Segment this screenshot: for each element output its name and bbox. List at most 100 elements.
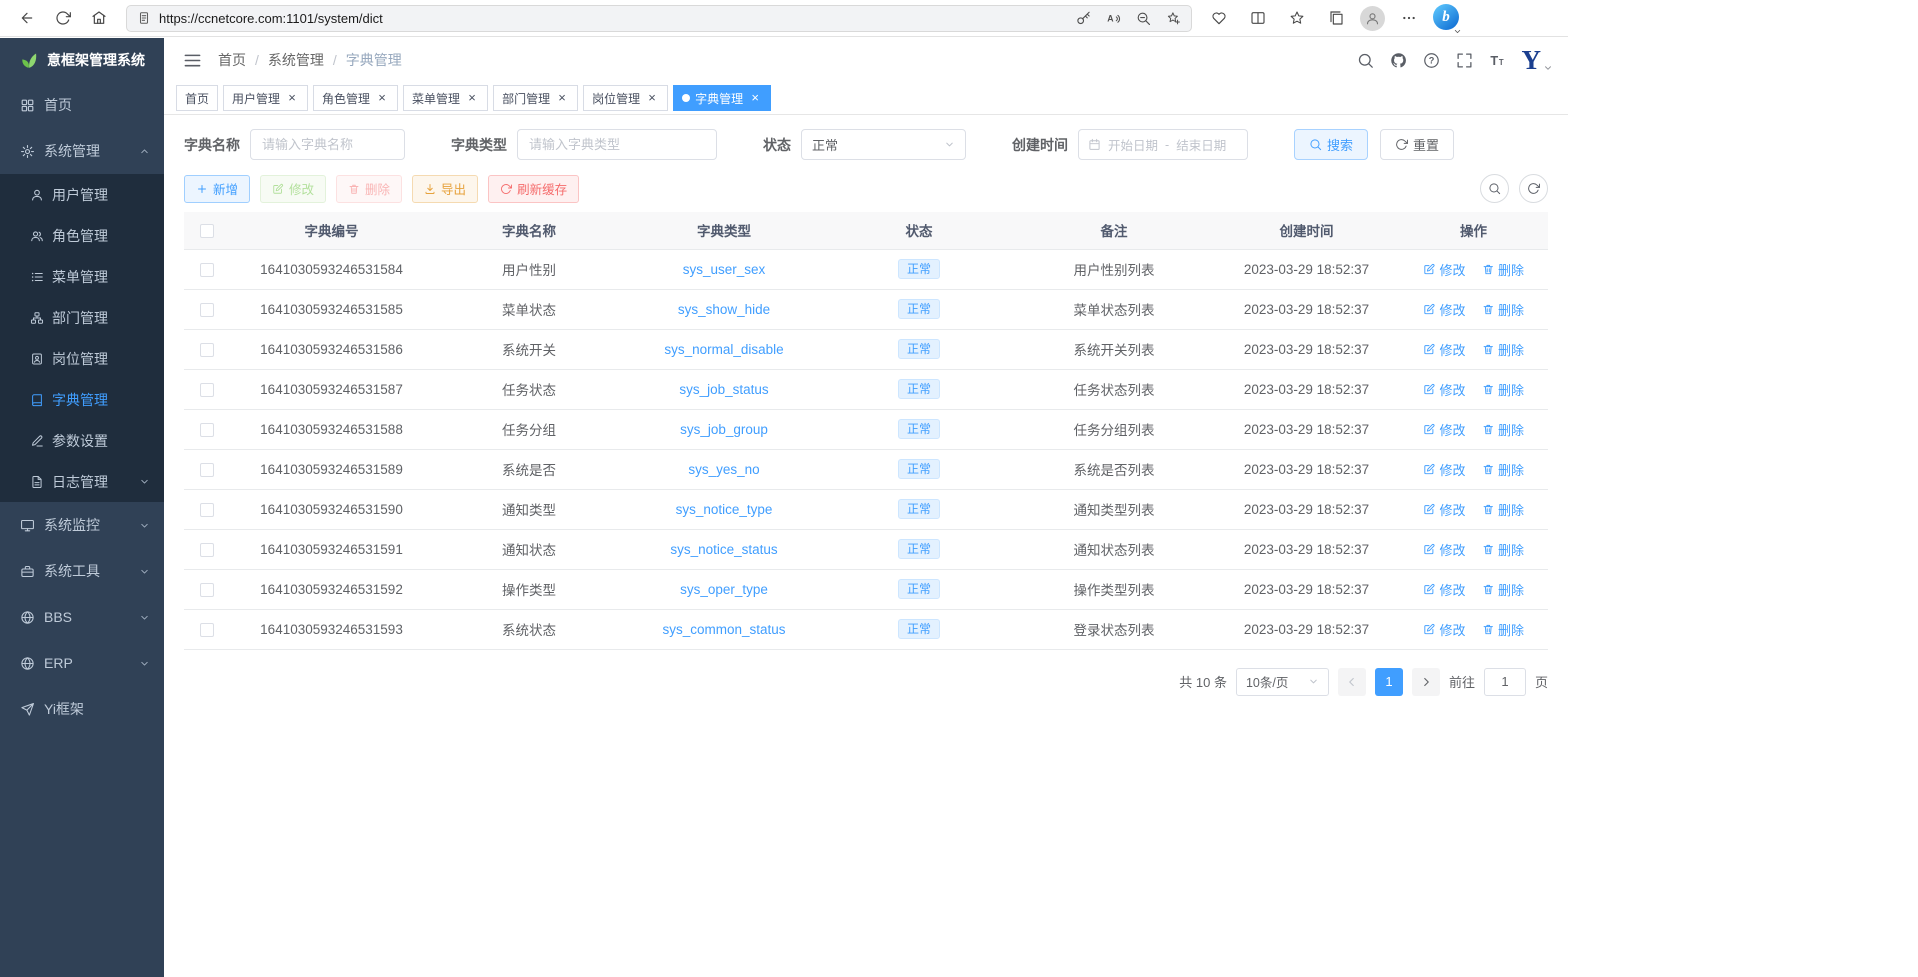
page-1-button[interactable]: 1	[1375, 668, 1403, 696]
browser-menu-button[interactable]	[1394, 3, 1424, 33]
password-key-icon[interactable]	[1076, 11, 1091, 26]
help-button[interactable]	[1416, 45, 1447, 76]
row-edit-button[interactable]: 修改	[1423, 300, 1466, 319]
row-edit-button[interactable]: 修改	[1423, 620, 1466, 639]
row-edit-button[interactable]: 修改	[1423, 380, 1466, 399]
breadcrumb-item[interactable]: 系统管理	[268, 50, 324, 70]
sidebar-item-ERP[interactable]: ERP	[0, 640, 164, 686]
tab-close-icon[interactable]: ×	[285, 91, 299, 105]
row-delete-button[interactable]: 删除	[1482, 460, 1525, 479]
export-button[interactable]: 导出	[412, 175, 478, 203]
row-checkbox[interactable]	[200, 343, 214, 357]
sidebar-item-菜单管理[interactable]: 菜单管理	[0, 256, 164, 297]
row-delete-button[interactable]: 删除	[1482, 620, 1525, 639]
browser-refresh-button[interactable]	[46, 3, 80, 33]
row-delete-button[interactable]: 删除	[1482, 380, 1525, 399]
browser-essentials-button[interactable]	[1204, 3, 1234, 33]
row-edit-button[interactable]: 修改	[1423, 260, 1466, 279]
prev-page-button[interactable]	[1338, 668, 1366, 696]
search-button[interactable]: 搜索	[1294, 129, 1368, 160]
add-button[interactable]: 新增	[184, 175, 250, 203]
dict-type-link[interactable]: sys_notice_type	[676, 502, 773, 517]
toggle-search-button[interactable]	[1480, 174, 1509, 203]
row-checkbox[interactable]	[200, 543, 214, 557]
sidebar-item-字典管理[interactable]: 字典管理	[0, 379, 164, 420]
github-button[interactable]	[1383, 45, 1414, 76]
copilot-button[interactable]: b	[1433, 3, 1460, 33]
date-range-picker[interactable]: 开始日期 - 结束日期	[1078, 129, 1248, 160]
reset-button[interactable]: 重置	[1380, 129, 1454, 160]
dict-type-link[interactable]: sys_show_hide	[678, 302, 770, 317]
row-edit-button[interactable]: 修改	[1423, 340, 1466, 359]
dict-type-link[interactable]: sys_job_group	[680, 422, 768, 437]
site-info-icon[interactable]	[137, 11, 151, 25]
dict-type-link[interactable]: sys_common_status	[662, 622, 785, 637]
dict-type-link[interactable]: sys_user_sex	[683, 262, 766, 277]
goto-page-input[interactable]	[1484, 668, 1526, 696]
page-size-select[interactable]: 10条/页	[1236, 668, 1329, 696]
sidebar-item-首页[interactable]: 首页	[0, 82, 164, 128]
read-aloud-icon[interactable]	[1106, 11, 1121, 26]
row-edit-button[interactable]: 修改	[1423, 460, 1466, 479]
app-logo[interactable]: 意框架管理系统	[0, 38, 164, 82]
dict-type-input[interactable]	[517, 129, 717, 160]
split-screen-button[interactable]	[1243, 3, 1273, 33]
row-checkbox[interactable]	[200, 263, 214, 277]
sidebar-item-系统管理[interactable]: 系统管理	[0, 128, 164, 174]
font-size-button[interactable]	[1482, 45, 1513, 76]
sidebar-item-日志管理[interactable]: 日志管理	[0, 461, 164, 502]
dict-type-link[interactable]: sys_normal_disable	[664, 342, 783, 357]
sidebar-item-岗位管理[interactable]: 岗位管理	[0, 338, 164, 379]
row-edit-button[interactable]: 修改	[1423, 420, 1466, 439]
header-search-button[interactable]	[1350, 45, 1381, 76]
tab-用户管理[interactable]: 用户管理×	[223, 85, 308, 111]
browser-home-button[interactable]	[82, 3, 116, 33]
add-favorite-icon[interactable]	[1166, 11, 1181, 26]
tab-字典管理[interactable]: 字典管理×	[673, 85, 771, 111]
address-bar[interactable]: https://ccnetcore.com:1101/system/dict	[126, 5, 1192, 32]
row-checkbox[interactable]	[200, 463, 214, 477]
favorites-button[interactable]	[1282, 3, 1312, 33]
select-all-checkbox[interactable]	[200, 224, 214, 238]
refresh-cache-button[interactable]: 刷新缓存	[488, 175, 579, 203]
breadcrumb-item[interactable]: 首页	[218, 50, 246, 70]
fullscreen-button[interactable]	[1449, 45, 1480, 76]
row-delete-button[interactable]: 删除	[1482, 340, 1525, 359]
sidebar-item-用户管理[interactable]: 用户管理	[0, 174, 164, 215]
sidebar-toggle-button[interactable]	[179, 47, 205, 73]
browser-back-button[interactable]	[10, 3, 44, 33]
sidebar-item-参数设置[interactable]: 参数设置	[0, 420, 164, 461]
dict-name-input[interactable]	[250, 129, 405, 160]
dict-type-link[interactable]: sys_job_status	[679, 382, 768, 397]
refresh-table-button[interactable]	[1519, 174, 1548, 203]
row-checkbox[interactable]	[200, 423, 214, 437]
status-select[interactable]: 正常	[801, 129, 966, 160]
row-checkbox[interactable]	[200, 583, 214, 597]
row-delete-button[interactable]: 删除	[1482, 500, 1525, 519]
row-edit-button[interactable]: 修改	[1423, 540, 1466, 559]
delete-button[interactable]: 删除	[336, 175, 402, 203]
browser-profile-avatar[interactable]	[1360, 6, 1385, 31]
row-delete-button[interactable]: 删除	[1482, 420, 1525, 439]
row-checkbox[interactable]	[200, 383, 214, 397]
tab-部门管理[interactable]: 部门管理×	[493, 85, 578, 111]
dict-type-link[interactable]: sys_notice_status	[670, 542, 777, 557]
tab-角色管理[interactable]: 角色管理×	[313, 85, 398, 111]
row-delete-button[interactable]: 删除	[1482, 260, 1525, 279]
row-delete-button[interactable]: 删除	[1482, 580, 1525, 599]
next-page-button[interactable]	[1412, 668, 1440, 696]
tab-close-icon[interactable]: ×	[465, 91, 479, 105]
tab-close-icon[interactable]: ×	[375, 91, 389, 105]
tab-close-icon[interactable]: ×	[748, 91, 762, 105]
row-checkbox[interactable]	[200, 623, 214, 637]
edit-button[interactable]: 修改	[260, 175, 326, 203]
row-delete-button[interactable]: 删除	[1482, 300, 1525, 319]
sidebar-item-BBS[interactable]: BBS	[0, 594, 164, 640]
tab-close-icon[interactable]: ×	[645, 91, 659, 105]
sidebar-item-角色管理[interactable]: 角色管理	[0, 215, 164, 256]
row-checkbox[interactable]	[200, 503, 214, 517]
tab-close-icon[interactable]: ×	[555, 91, 569, 105]
row-checkbox[interactable]	[200, 303, 214, 317]
user-avatar-menu[interactable]: Y	[1522, 47, 1554, 74]
tab-岗位管理[interactable]: 岗位管理×	[583, 85, 668, 111]
